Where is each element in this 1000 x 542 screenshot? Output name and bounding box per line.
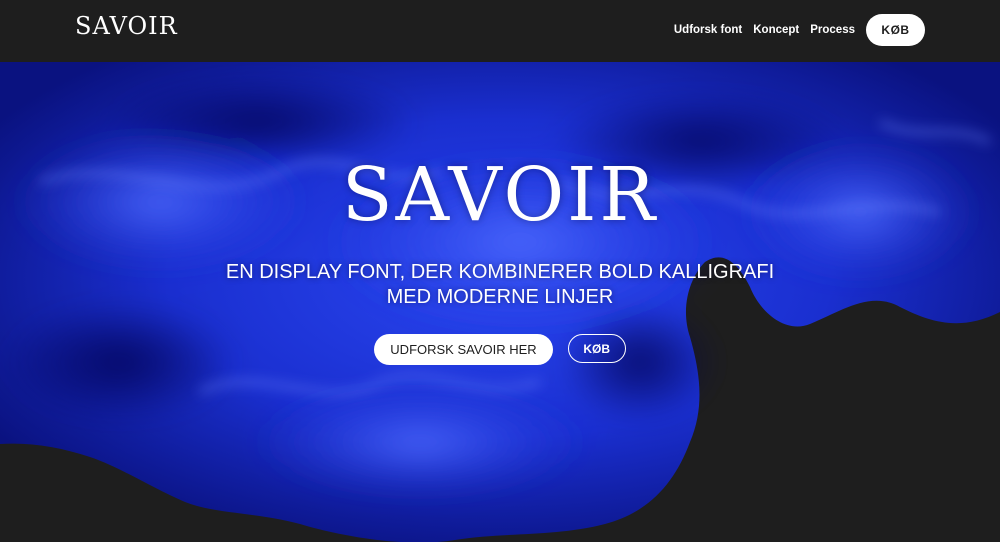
site-logo[interactable]: SAVOIR: [75, 12, 178, 40]
hero-subtitle: EN DISPLAY FONT, DER KOMBINERER BOLD KAL…: [200, 260, 800, 310]
main-nav: Udforsk font Koncept Process KØB: [663, 14, 925, 46]
nav-link-process[interactable]: Process: [810, 24, 855, 36]
hero-subtitle-line-1: EN DISPLAY FONT, DER KOMBINERER BOLD KAL…: [225, 261, 775, 283]
header-buy-button[interactable]: KØB: [866, 14, 925, 46]
explore-savoir-button[interactable]: UDFORSK SAVOIR HER: [374, 334, 553, 365]
hero-buy-button[interactable]: KØB: [567, 334, 626, 363]
hero-title: SAVOIR: [341, 152, 659, 238]
hero-subtitle-line-2: MED MODERNE LINJER: [386, 286, 614, 308]
hero-cta-row: UDFORSK SAVOIR HER KØB: [0, 334, 1000, 365]
nav-link-koncept[interactable]: Koncept: [753, 24, 799, 36]
top-navigation-bar: SAVOIR Udforsk font Koncept Process KØB: [0, 0, 1000, 62]
nav-link-udforsk-font[interactable]: Udforsk font: [674, 24, 742, 36]
hero-section: SAVOIR EN DISPLAY FONT, DER KOMBINERER B…: [0, 62, 1000, 542]
